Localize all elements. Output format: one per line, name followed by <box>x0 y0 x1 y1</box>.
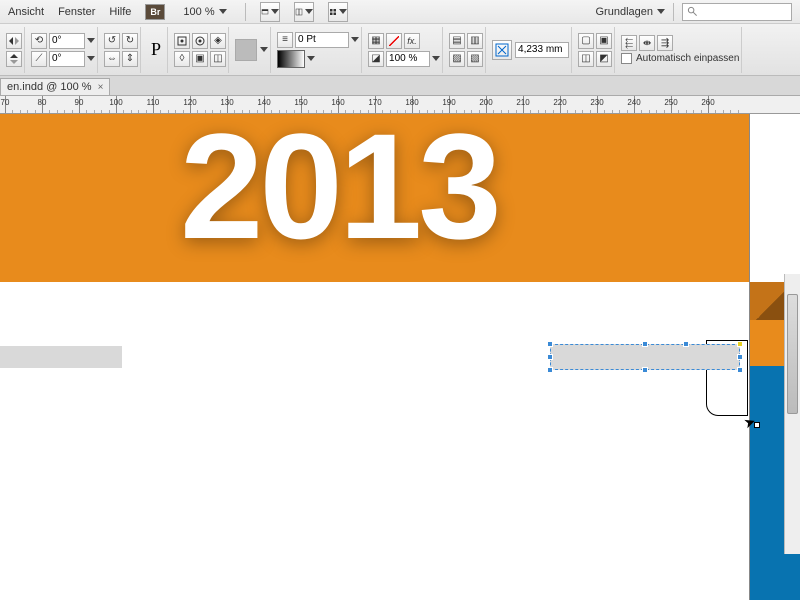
year-text: 2013 <box>180 114 498 273</box>
menu-fenster[interactable]: Fenster <box>58 6 95 18</box>
frame-opt4-button[interactable]: ◩ <box>596 51 612 67</box>
dropdown-arrow-icon <box>219 9 227 14</box>
stepper-icon[interactable] <box>351 37 359 42</box>
resize-handle[interactable] <box>547 354 553 360</box>
no-effect-button[interactable] <box>386 33 402 49</box>
zoom-value: 100 % <box>183 6 214 18</box>
wrap-shape-button[interactable]: ▨ <box>449 51 465 67</box>
close-icon[interactable]: × <box>98 82 104 93</box>
measure-input[interactable]: 4,233 mm <box>515 42 569 58</box>
text-wrap-group: ▤ ▥ ▨ ▧ <box>447 27 486 73</box>
dropdown-arrow-icon <box>657 9 665 14</box>
select-prev-button[interactable]: ◈ <box>210 33 226 49</box>
canvas[interactable]: 2013 ➤ <box>0 114 800 600</box>
horizontal-ruler[interactable]: 6070809010011012013014015016017018019020… <box>0 96 800 114</box>
rotate-group: ⟲ 0° ⟋ 0° <box>29 27 98 73</box>
swatch-dropdown-icon[interactable] <box>260 47 268 52</box>
frame-fit-group: 4,233 mm <box>490 27 572 73</box>
effects-group: ▦ fx. ◪ 100 % <box>366 27 443 73</box>
menu-bar: Ansicht Fenster Hilfe Br 100 % Grundlage… <box>0 0 800 24</box>
resize-handle[interactable] <box>547 341 553 347</box>
opacity-input[interactable]: 100 % <box>386 51 430 67</box>
stroke-weight-icon: ≡ <box>277 32 293 48</box>
flip-h-button[interactable]: ⇔ <box>104 51 120 67</box>
gray-placeholder-left <box>0 346 122 368</box>
group-button[interactable]: ▣ <box>192 51 208 67</box>
frame-opt2-button[interactable]: ▣ <box>596 33 612 49</box>
align-right-button[interactable]: ⇶ <box>657 35 673 51</box>
frame-opt3-button[interactable]: ◫ <box>578 51 594 67</box>
bridge-badge[interactable]: Br <box>145 4 165 20</box>
fill-stroke-group <box>233 27 271 73</box>
checkbox-icon <box>621 53 632 64</box>
align-group: ⬱ ⇼ ⇶ Automatisch einpassen <box>619 27 742 73</box>
arrange-button[interactable] <box>294 2 314 22</box>
document-tab-label: en.indd @ 100 % <box>7 81 92 93</box>
document-tab-bar: en.indd @ 100 % × <box>0 76 800 96</box>
workspace-label: Grundlagen <box>596 6 654 18</box>
rotate-icon: ⟲ <box>31 33 47 49</box>
frame-options-group: ▢ ▣ ◫ ◩ <box>576 27 615 73</box>
fx-button[interactable]: fx. <box>404 33 420 49</box>
scrollbar-thumb[interactable] <box>787 294 798 414</box>
rotate-ccw-button[interactable]: ↺ <box>104 33 120 49</box>
cursor-handle <box>754 422 760 428</box>
document-tab[interactable]: en.indd @ 100 % × <box>0 78 110 95</box>
select-next-button[interactable]: ◊ <box>174 51 190 67</box>
stroke-group: ≡ 0 Pt <box>275 27 362 73</box>
stroke-style-swatch[interactable] <box>277 50 305 68</box>
wrap-bounds-button[interactable]: ▥ <box>467 33 483 49</box>
page-edge-guide <box>749 114 750 600</box>
view-options-button[interactable] <box>328 2 348 22</box>
quick-rotate-group: ↺ ↻ ⇔ ⇕ <box>102 27 141 73</box>
auto-fit-label: Automatisch einpassen <box>636 53 739 64</box>
search-icon <box>687 6 698 17</box>
pathfinder-group: ◈ ◊ ▣ ◫ <box>172 27 229 73</box>
control-toolbar: ⟲ 0° ⟋ 0° ↺ ↻ ⇔ ⇕ P ◈ ◊ ▣ ◫ <box>0 24 800 76</box>
stroke-weight-input[interactable]: 0 Pt <box>295 32 349 48</box>
frame-opt1-button[interactable]: ▢ <box>578 33 594 49</box>
screen-mode-button[interactable] <box>260 2 280 22</box>
fit-frame-button[interactable] <box>492 40 512 60</box>
search-input[interactable] <box>682 3 792 21</box>
opacity-icon: ▦ <box>368 33 384 49</box>
rotation-input[interactable]: 0° <box>49 33 85 49</box>
auto-fit-checkbox[interactable]: Automatisch einpassen <box>621 53 739 64</box>
dropdown-arrow-icon[interactable] <box>307 56 315 61</box>
stepper-icon[interactable] <box>432 56 440 61</box>
resize-handle[interactable] <box>737 367 743 373</box>
select-content-button[interactable] <box>192 33 208 49</box>
resize-handle-live[interactable] <box>737 341 743 347</box>
ungroup-button[interactable]: ◫ <box>210 51 226 67</box>
resize-handle[interactable] <box>642 341 648 347</box>
resize-handle[interactable] <box>683 341 689 347</box>
flip-vertical-button[interactable] <box>6 51 22 67</box>
character-format-icon[interactable]: P <box>147 39 165 60</box>
wrap-jump-button[interactable]: ▧ <box>467 51 483 67</box>
wrap-none-button[interactable]: ▤ <box>449 33 465 49</box>
align-left-button[interactable]: ⬱ <box>621 35 637 51</box>
selected-frame[interactable] <box>550 344 740 370</box>
zoom-level[interactable]: 100 % <box>179 6 230 18</box>
stepper-icon[interactable] <box>87 38 95 43</box>
menu-ansicht[interactable]: Ansicht <box>8 6 44 18</box>
text-group: P <box>145 27 168 73</box>
resize-handle[interactable] <box>547 367 553 373</box>
align-center-button[interactable]: ⇼ <box>639 35 655 51</box>
flip-horizontal-button[interactable] <box>6 33 22 49</box>
rotate-cw-button[interactable]: ↻ <box>122 33 138 49</box>
flip-v-button[interactable]: ⇕ <box>122 51 138 67</box>
flip-group <box>4 27 25 73</box>
shear-input[interactable]: 0° <box>49 51 85 67</box>
resize-handle[interactable] <box>737 354 743 360</box>
resize-handle[interactable] <box>642 367 648 373</box>
select-container-button[interactable] <box>174 33 190 49</box>
shear-icon: ⟋ <box>31 51 47 67</box>
stepper-icon[interactable] <box>87 56 95 61</box>
workspace-selector[interactable]: Grundlagen <box>596 6 666 18</box>
fill-swatch[interactable] <box>235 39 257 61</box>
vertical-scrollbar[interactable] <box>784 274 800 554</box>
drop-shadow-button[interactable]: ◪ <box>368 51 384 67</box>
menu-hilfe[interactable]: Hilfe <box>109 6 131 18</box>
